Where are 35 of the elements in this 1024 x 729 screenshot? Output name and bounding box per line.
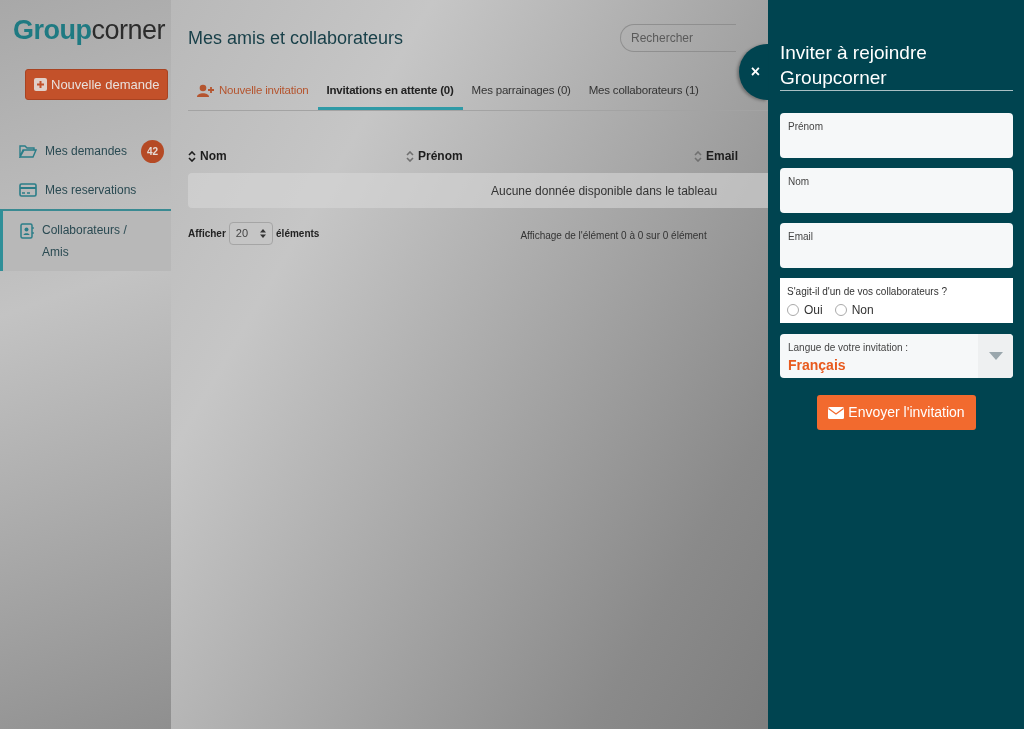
input-field[interactable]: Email: [780, 223, 1013, 268]
page-size-select[interactable]: 20: [228, 222, 274, 245]
radio-option[interactable]: Oui: [787, 301, 823, 319]
card-icon: [19, 183, 37, 197]
caret-icon: [988, 352, 1003, 360]
input-field[interactable]: Prénom: [780, 113, 1013, 158]
table-info: Affichage de l'élément 0 à 0 sur 0 élément: [520, 229, 707, 244]
search-field[interactable]: Rechercher: [620, 24, 736, 52]
length-suffix: éléments: [276, 227, 320, 241]
sort-icon: [260, 229, 267, 238]
contact-card-icon: [20, 223, 34, 239]
input-field[interactable]: Nom: [780, 168, 1013, 213]
envelope-icon: [828, 406, 845, 419]
tab[interactable]: Mes collaborateurs (1): [579, 76, 708, 111]
radio-option[interactable]: Non: [834, 301, 874, 319]
panel-title: Inviter à rejoindre Groupcorner: [780, 40, 1013, 91]
tab[interactable]: Mes parrainages (0): [462, 76, 580, 111]
column-header[interactable]: Email: [706, 147, 738, 166]
sidebar-item[interactable]: Mes reservations: [0, 171, 171, 209]
length-label: Afficher: [188, 227, 226, 241]
plus-square-icon: [34, 77, 47, 91]
new-request-button[interactable]: Nouvelle demande: [25, 68, 169, 100]
logo[interactable]: Groupcorner: [0, 0, 166, 51]
column-header[interactable]: Nom: [200, 147, 227, 166]
tab[interactable]: Invitations en attente (0): [317, 76, 463, 111]
sidebar-item[interactable]: Collaborateurs / Amis: [0, 209, 171, 271]
language-select[interactable]: Langue de votre invitation : Français: [780, 334, 1013, 378]
sidebar-item[interactable]: Mes demandes 42: [0, 132, 171, 171]
column-header[interactable]: Prénom: [418, 147, 463, 166]
add-user-icon: [197, 84, 214, 98]
folder-icon: [19, 144, 37, 158]
close-button[interactable]: ×: [739, 44, 768, 100]
page-title: Mes amis et collaborateurs: [188, 27, 404, 50]
count-badge: 42: [141, 140, 165, 163]
question-box: S'agit-il d'un de vos collaborateurs ? Oui Non: [780, 278, 1013, 323]
